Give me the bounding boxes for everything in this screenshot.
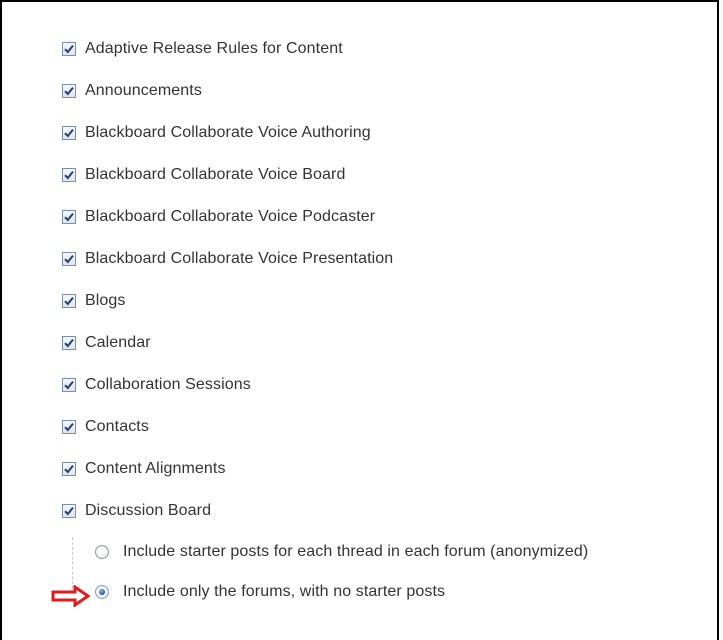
checkbox-checked[interactable] [62, 336, 76, 350]
radio-option-forums-only[interactable]: Include only the forums, with no starter… [95, 582, 445, 602]
radio-option-label: Include starter posts for each thread in… [123, 543, 589, 560]
option-label: Calendar [85, 334, 151, 351]
option-adaptive-release-rules[interactable]: Adaptive Release Rules for Content [62, 39, 343, 59]
checkmark-icon [64, 464, 74, 474]
option-label: Collaboration Sessions [85, 376, 251, 393]
option-label: Blackboard Collaborate Voice Podcaster [85, 208, 376, 225]
option-label: Contacts [85, 418, 149, 435]
checkmark-icon [64, 170, 74, 180]
option-discussion-board[interactable]: Discussion Board [62, 501, 211, 521]
option-contacts[interactable]: Contacts [62, 417, 149, 437]
option-label: Discussion Board [85, 502, 212, 519]
checkbox-checked[interactable] [62, 504, 76, 518]
checkmark-icon [64, 296, 74, 306]
option-label: Adaptive Release Rules for Content [85, 40, 343, 57]
checkbox-checked[interactable] [62, 84, 76, 98]
option-label: Blackboard Collaborate Voice Presentatio… [85, 250, 394, 267]
checkmark-icon [64, 380, 74, 390]
option-label: Blackboard Collaborate Voice Board [85, 166, 346, 183]
checkmark-icon [64, 506, 74, 516]
checkmark-icon [64, 338, 74, 348]
checkbox-checked[interactable] [62, 126, 76, 140]
checkmark-icon [64, 212, 74, 222]
checkbox-checked[interactable] [62, 294, 76, 308]
checkbox-checked[interactable] [62, 252, 76, 266]
radio-button-selected[interactable] [95, 585, 109, 599]
radio-selected-dot [99, 589, 105, 595]
checkbox-checked[interactable] [62, 168, 76, 182]
radio-option-label: Include only the forums, with no starter… [123, 583, 446, 600]
option-label: Content Alignments [85, 460, 226, 477]
checkbox-checked[interactable] [62, 462, 76, 476]
option-announcements[interactable]: Announcements [62, 81, 202, 101]
option-collaboration-sessions[interactable]: Collaboration Sessions [62, 375, 251, 395]
option-calendar[interactable]: Calendar [62, 333, 151, 353]
checkmark-icon [64, 86, 74, 96]
checkbox-checked[interactable] [62, 210, 76, 224]
option-label: Blogs [85, 292, 126, 309]
option-blogs[interactable]: Blogs [62, 291, 126, 311]
checkmark-icon [64, 422, 74, 432]
option-bb-voice-podcaster[interactable]: Blackboard Collaborate Voice Podcaster [62, 207, 375, 227]
checkbox-checked[interactable] [62, 42, 76, 56]
checkmark-icon [64, 44, 74, 54]
checkmark-icon [64, 254, 74, 264]
checkbox-checked[interactable] [62, 420, 76, 434]
checkmark-icon [64, 128, 74, 138]
option-label: Announcements [85, 82, 202, 99]
red-arrow-icon [51, 585, 91, 607]
option-bb-voice-authoring[interactable]: Blackboard Collaborate Voice Authoring [62, 123, 371, 143]
radio-option-include-starter-posts[interactable]: Include starter posts for each thread in… [95, 542, 588, 562]
option-label: Blackboard Collaborate Voice Authoring [85, 124, 371, 141]
option-bb-voice-presentation[interactable]: Blackboard Collaborate Voice Presentatio… [62, 249, 393, 269]
checkbox-checked[interactable] [62, 378, 76, 392]
option-content-alignments[interactable]: Content Alignments [62, 459, 226, 479]
option-bb-voice-board[interactable]: Blackboard Collaborate Voice Board [62, 165, 345, 185]
radio-button-unselected[interactable] [95, 545, 109, 559]
